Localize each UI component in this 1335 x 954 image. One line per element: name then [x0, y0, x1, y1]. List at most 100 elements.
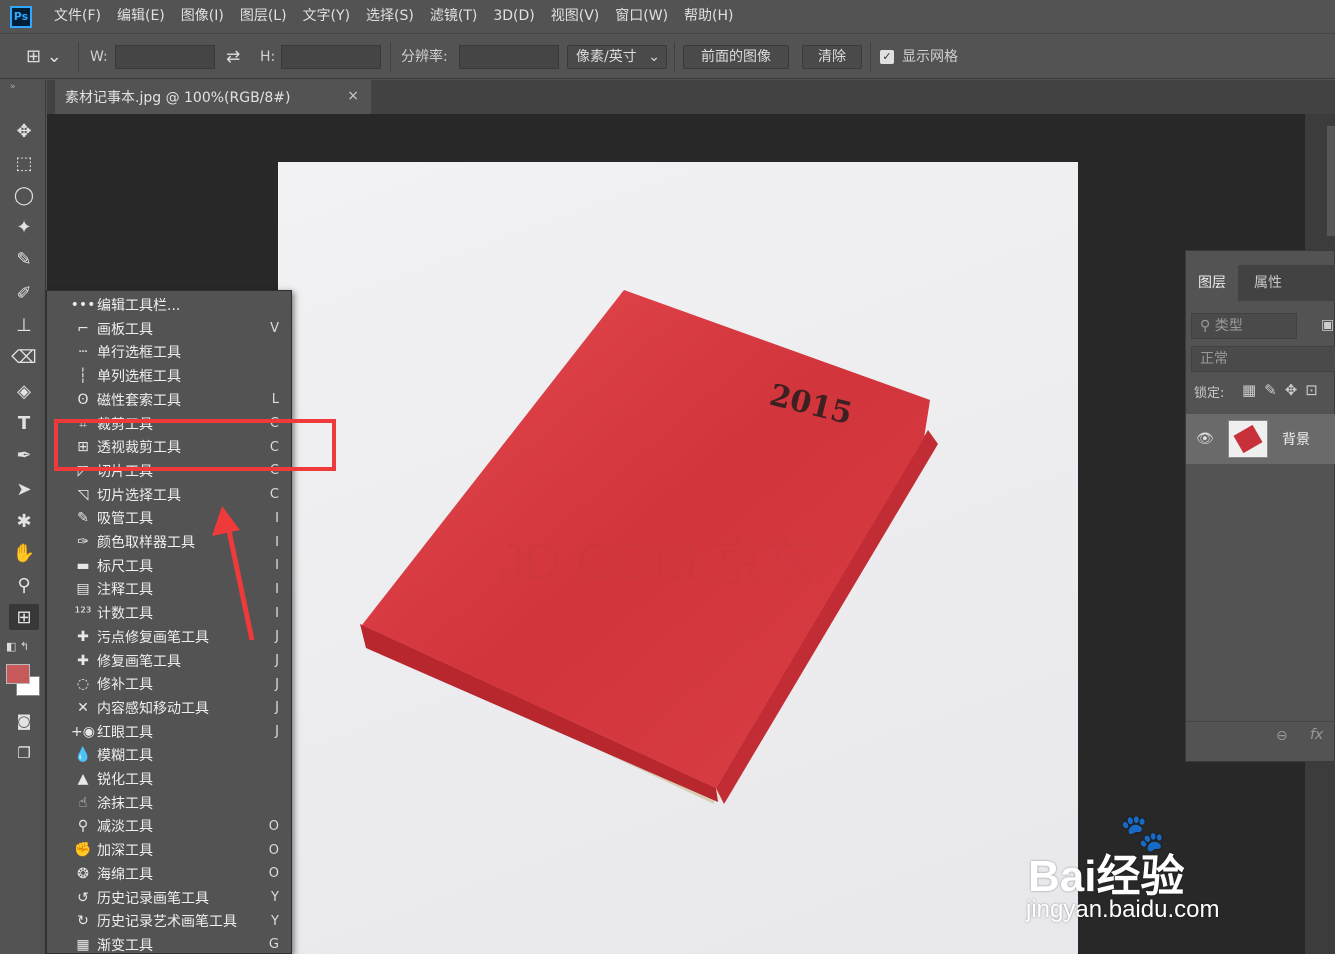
menu-item[interactable]: 文字(Y) — [295, 0, 358, 33]
resolution-input[interactable] — [459, 45, 559, 69]
collapse-icon[interactable]: » — [10, 82, 16, 92]
width-label: W: — [90, 49, 108, 65]
shape-tool-icon[interactable]: ✱ — [9, 508, 39, 534]
flyout-item[interactable]: ◌ 修补工具 J — [47, 672, 291, 696]
type-tool-icon[interactable]: T — [9, 410, 39, 436]
healing-brush-icon: ✚ — [77, 652, 89, 669]
tab-properties[interactable]: 属性 — [1242, 265, 1294, 301]
menu-item[interactable]: 图层(L) — [232, 0, 295, 33]
content-aware-move-icon: ✕ — [77, 699, 89, 716]
flyout-item[interactable]: ʘ 磁性套索工具 L — [47, 388, 291, 412]
menu-item[interactable]: 图像(I) — [173, 0, 232, 33]
fx-icon[interactable]: fx — [1310, 727, 1323, 743]
link-icon[interactable]: ⊖ — [1276, 728, 1288, 744]
menu-item[interactable]: 帮助(H) — [676, 0, 741, 33]
height-input[interactable] — [281, 45, 381, 69]
flyout-item[interactable]: ••• 编辑工具栏... — [47, 293, 291, 317]
eyedropper-tool-icon[interactable]: ✎ — [9, 246, 39, 272]
flyout-item[interactable]: ⌐ 画板工具 V — [47, 317, 291, 341]
layer-row-background[interactable]: 👁 背景 — [1186, 414, 1335, 464]
flyout-item[interactable]: ✕ 内容感知移动工具 J — [47, 696, 291, 720]
flyout-item[interactable]: ┄ 单行选框工具 — [47, 340, 291, 364]
chevron-down-icon: ⌄ — [648, 49, 660, 65]
menu-item[interactable]: 编辑(E) — [109, 0, 173, 33]
document-tab-bar: 素材记事本.jpg @ 100%(RGB/8#) × — [47, 80, 1335, 114]
pen-tool-icon[interactable]: ✒ — [9, 442, 39, 468]
menu-item[interactable]: 文件(F) — [46, 0, 109, 33]
lock-icons[interactable]: ▦✎✥⊡ — [1242, 381, 1326, 399]
flyout-item[interactable]: ↺ 历史记录画笔工具 Y — [47, 886, 291, 910]
count-icon: ¹²³ — [74, 605, 92, 622]
tab-layers[interactable]: 图层 — [1186, 265, 1238, 301]
shortcut-key: J — [275, 724, 279, 740]
paint-bucket-tool-icon[interactable]: ◈ — [9, 378, 39, 404]
width-input[interactable] — [115, 45, 215, 69]
flyout-item[interactable]: ↻ 历史记录艺术画笔工具 Y — [47, 909, 291, 933]
app-logo[interactable]: Ps — [10, 5, 32, 28]
marquee-tool-icon[interactable]: ⬚ — [9, 150, 39, 176]
clear-button[interactable]: 清除 — [802, 45, 862, 69]
close-icon[interactable]: × — [347, 88, 359, 104]
layers-panel-tabs: 图层 属性 — [1186, 265, 1335, 301]
sponge-icon: ❂ — [77, 865, 89, 882]
menu-item[interactable]: 视图(V) — [543, 0, 608, 33]
zoom-tool-icon[interactable]: ⚲ — [9, 572, 39, 598]
hand-tool-icon[interactable]: ✋ — [9, 540, 39, 566]
move-tool-icon[interactable]: ✥ — [9, 118, 39, 144]
lasso-tool-icon[interactable]: ◯ — [9, 182, 39, 208]
unit-value: 像素/英寸 — [576, 49, 637, 65]
flyout-item[interactable]: ✊ 加深工具 O — [47, 838, 291, 862]
flyout-item-label: 单行选框工具 — [97, 345, 181, 362]
eye-icon[interactable]: 👁 — [1196, 431, 1214, 447]
foreground-color-swatch[interactable] — [6, 664, 30, 684]
menu-item[interactable]: 选择(S) — [358, 0, 422, 33]
flyout-item[interactable]: ❂ 海绵工具 O — [47, 862, 291, 886]
flyout-item[interactable]: 💧 模糊工具 — [47, 743, 291, 767]
eyedropper-icon: ✎ — [77, 510, 89, 527]
front-image-button[interactable]: 前面的图像 — [683, 45, 789, 69]
document-tab[interactable]: 素材记事本.jpg @ 100%(RGB/8#) × — [55, 80, 371, 114]
highlight-box — [54, 419, 336, 471]
single-column-marquee-icon: ┆ — [78, 368, 88, 385]
screen-mode-icon[interactable]: ❐ — [9, 740, 39, 766]
photo-notebook[interactable]: 2015 JD.COM 京东 — [278, 162, 1078, 954]
layer-name: 背景 — [1282, 432, 1310, 448]
flyout-item[interactable]: ┆ 单列选框工具 — [47, 364, 291, 388]
menu-item[interactable]: 窗口(W) — [607, 0, 676, 33]
menu-item[interactable]: 3D(D) — [485, 0, 542, 33]
swap-icon[interactable]: ⇄ — [226, 45, 246, 69]
quick-mask-icon[interactable]: ◙ — [9, 708, 39, 734]
eraser-tool-icon[interactable]: ⌫ — [9, 344, 39, 370]
perspective-crop-preset-icon[interactable]: ⊞ ⌄ — [26, 46, 66, 70]
image-filter-icon[interactable]: ▣ — [1321, 317, 1334, 333]
perspective-crop-tool-icon[interactable]: ⊞ — [9, 604, 39, 630]
flyout-item-label: 标尺工具 — [97, 558, 153, 575]
flyout-item[interactable]: ✚ 修复画笔工具 J — [47, 649, 291, 673]
flyout-item[interactable]: ▦ 渐变工具 G — [47, 933, 291, 954]
menu-item[interactable]: 滤镜(T) — [422, 0, 485, 33]
shortcut-key: I — [275, 534, 279, 550]
color-sampler-icon: ✑ — [77, 534, 89, 550]
layer-kind-filter[interactable]: ⚲ 类型 — [1191, 313, 1297, 339]
flyout-item-label: 涂抹工具 — [97, 795, 153, 812]
dots-icon: ••• — [70, 297, 96, 313]
show-grid-checkbox[interactable]: ✓ — [880, 50, 894, 64]
jd-watermark: JD.COM 京东 — [498, 534, 816, 592]
magic-wand-tool-icon[interactable]: ✦ — [9, 214, 39, 240]
flyout-item-label: 渐变工具 — [97, 937, 153, 954]
flyout-item[interactable]: ☝ 涂抹工具 — [47, 791, 291, 815]
flyout-item[interactable]: ⚲ 减淡工具 O — [47, 814, 291, 838]
flyout-item[interactable]: ▲ 锐化工具 — [47, 767, 291, 791]
swap-colors-icon[interactable]: ◧ ↰ — [6, 640, 40, 653]
flyout-item-label: 红眼工具 — [97, 724, 153, 741]
layers-panel: 图层 属性 ⚲ 类型 ▣ 正常 锁定: ▦✎✥⊡ 👁 背景 ⊖ fx — [1185, 250, 1335, 762]
baidu-watermark: 🐾 Bai经验 jingyan.baidu.com — [1020, 810, 1320, 930]
flyout-item-label: 画板工具 — [97, 321, 153, 338]
blend-mode-select[interactable]: 正常 — [1191, 346, 1335, 372]
brush-tool-icon[interactable]: ✐ — [9, 280, 39, 306]
options-bar: ⊞ ⌄ W: ⇄ H: 分辨率: 像素/英寸 ⌄ 前面的图像 清除 ✓ 显示网格 — [0, 33, 1335, 79]
path-selection-tool-icon[interactable]: ➤ — [9, 476, 39, 502]
stamp-tool-icon[interactable]: ⊥ — [9, 312, 39, 338]
flyout-item[interactable]: +◉ 红眼工具 J — [47, 720, 291, 744]
resolution-unit-select[interactable]: 像素/英寸 ⌄ — [567, 45, 667, 69]
